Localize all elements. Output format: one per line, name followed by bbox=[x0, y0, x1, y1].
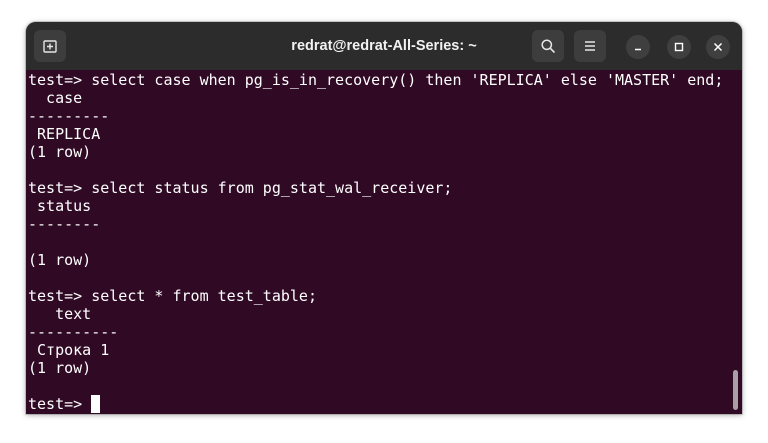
hamburger-menu-icon bbox=[585, 41, 595, 51]
menu-button[interactable] bbox=[574, 30, 606, 62]
search-icon bbox=[541, 39, 555, 53]
close-button[interactable] bbox=[706, 35, 730, 59]
terminal-window: redrat@redrat-All-Series: ~ test=> selec… bbox=[26, 22, 742, 414]
new-tab-icon bbox=[43, 40, 57, 53]
terminal-line: (1 row) bbox=[28, 143, 92, 161]
terminal-line: --------- bbox=[28, 107, 110, 125]
terminal-line: test=> select case when pg_is_in_recover… bbox=[28, 71, 724, 89]
terminal-output[interactable]: test=> select case when pg_is_in_recover… bbox=[26, 70, 742, 414]
close-icon bbox=[713, 42, 723, 52]
terminal-line: (1 row) bbox=[28, 251, 92, 269]
terminal-line: REPLICA bbox=[28, 125, 101, 143]
maximize-icon bbox=[674, 42, 684, 52]
new-tab-button[interactable] bbox=[34, 30, 66, 62]
terminal-line: Строка 1 bbox=[28, 341, 110, 359]
terminal-line: text bbox=[28, 305, 92, 323]
terminal-lines: test=> select case when pg_is_in_recover… bbox=[28, 71, 723, 395]
minimize-icon bbox=[635, 48, 641, 51]
terminal-line: ---------- bbox=[28, 323, 119, 341]
terminal-line: status bbox=[28, 197, 92, 215]
search-button[interactable] bbox=[532, 30, 564, 62]
terminal-line: (1 row) bbox=[28, 359, 92, 377]
text-cursor bbox=[91, 395, 101, 413]
terminal-line: test=> select * from test_table; bbox=[28, 287, 317, 305]
scrollbar-thumb[interactable] bbox=[733, 370, 738, 410]
terminal-line: test=> select status from pg_stat_wal_re… bbox=[28, 179, 453, 197]
title-bar: redrat@redrat-All-Series: ~ bbox=[26, 22, 742, 70]
terminal-line: -------- bbox=[28, 215, 101, 233]
command-prompt[interactable]: test=> bbox=[28, 395, 101, 413]
terminal-line: case bbox=[28, 89, 83, 107]
prompt-text: test=> bbox=[28, 395, 92, 413]
maximize-button[interactable] bbox=[667, 35, 691, 59]
minimize-button[interactable] bbox=[626, 35, 650, 59]
